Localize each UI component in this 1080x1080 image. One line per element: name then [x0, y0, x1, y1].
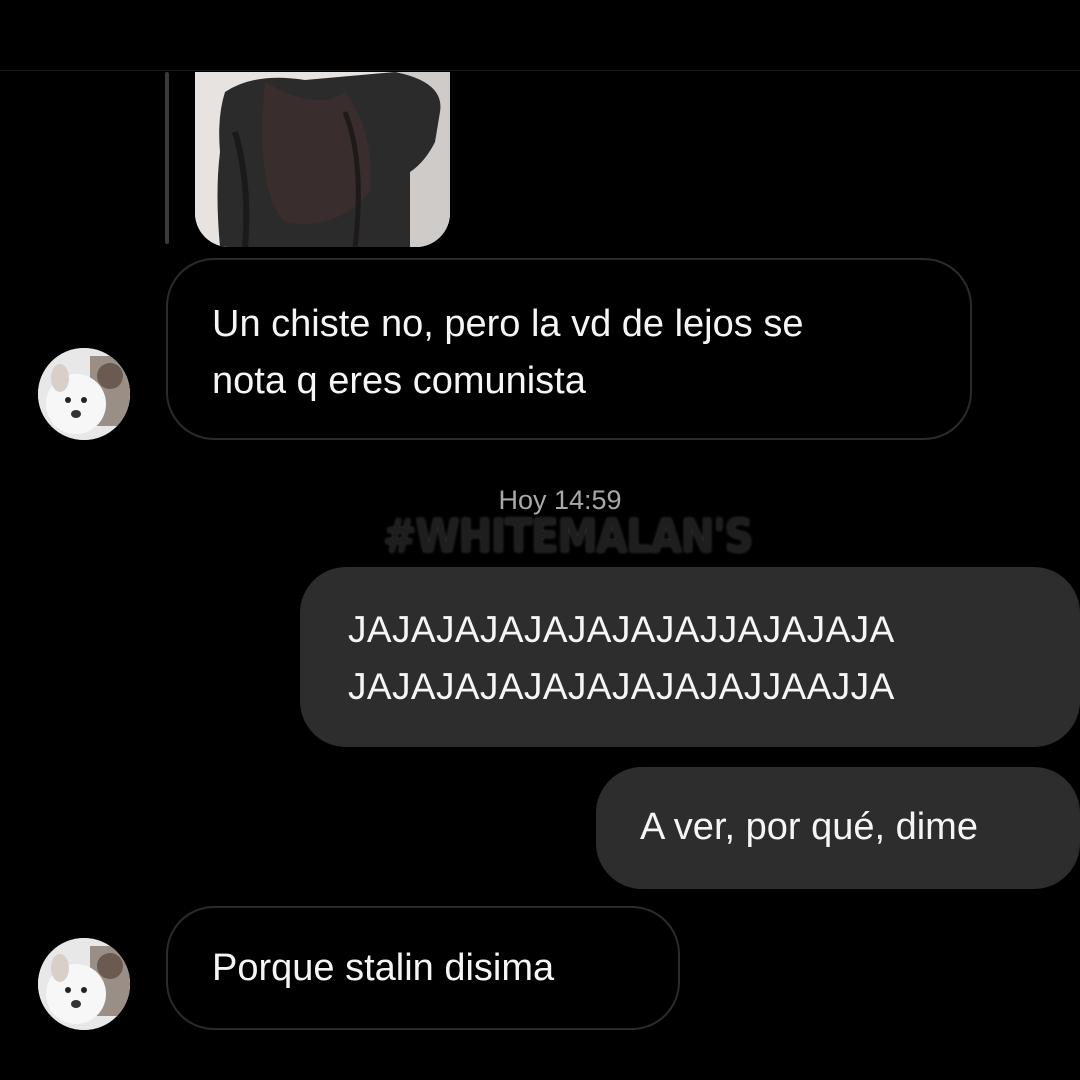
avatar[interactable]	[38, 938, 130, 1030]
image-thumbnail-icon	[195, 72, 450, 247]
watermark: #WHITEMALAN'S	[383, 510, 753, 564]
shared-photo[interactable]	[195, 72, 450, 247]
message-text: A ver, por qué, dime	[640, 806, 978, 848]
dog-avatar-icon	[38, 348, 130, 440]
message-bubble-incoming[interactable]: Porque stalin disima	[166, 906, 680, 1030]
reply-indicator-line	[165, 72, 169, 244]
message-text: Porque stalin disima	[212, 947, 555, 989]
avatar[interactable]	[38, 348, 130, 440]
message-text: Un chiste no, pero la vd de lejos se	[212, 303, 804, 345]
message-bubble-outgoing[interactable]: JAJAJAJAJAJAJAJAJJAJAJAJA JAJAJAJAJAJAJA…	[300, 567, 1080, 747]
chat-header-bar	[0, 0, 1080, 71]
message-text: nota q eres comunista	[212, 360, 586, 402]
message-bubble-outgoing[interactable]: A ver, por qué, dime	[596, 767, 1080, 889]
message-text: JAJAJAJAJAJAJAJAJJAJAJAJA	[348, 609, 895, 650]
dog-avatar-icon	[38, 938, 130, 1030]
message-text: JAJAJAJAJAJAJAJAJAJJAAJJA	[348, 666, 895, 707]
message-bubble-incoming[interactable]: Un chiste no, pero la vd de lejos se not…	[166, 258, 972, 440]
